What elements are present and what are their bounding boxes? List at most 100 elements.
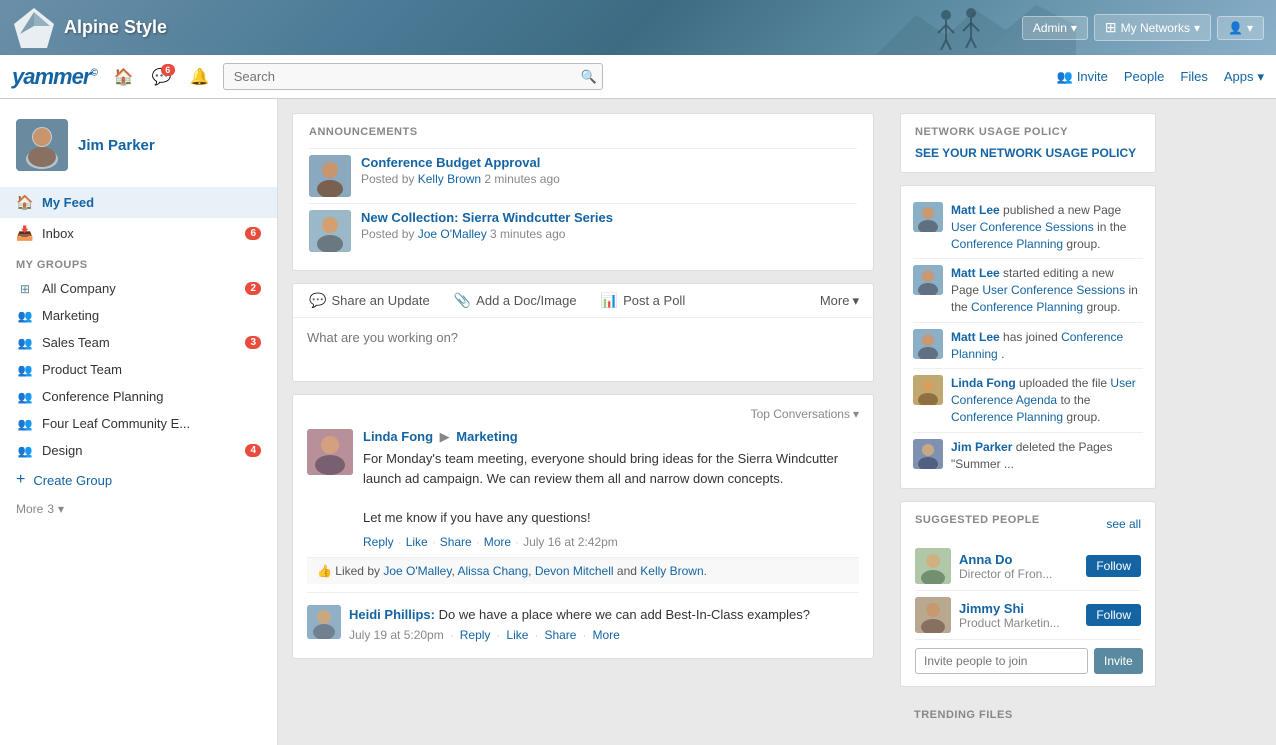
feed-poster-avatar bbox=[307, 429, 353, 475]
yammer-logo: yammer© bbox=[12, 64, 97, 90]
sidebar-item-all-company[interactable]: ⊞ All Company 2 bbox=[0, 275, 277, 302]
announcement-author-2[interactable]: Joe O'Malley bbox=[418, 227, 487, 241]
activity-group-link-2[interactable]: Conference Planning bbox=[971, 300, 1083, 314]
main-layout: Jim Parker 🏠 My Feed 📥 Inbox 6 MY GROUPS… bbox=[0, 99, 1276, 745]
chat-bubble-icon: 💬 bbox=[309, 292, 326, 309]
activity-avatar-3 bbox=[913, 329, 943, 359]
trending-files-title: TRENDING FILES bbox=[914, 709, 1142, 721]
activity-group-link-4[interactable]: Conference Planning bbox=[951, 410, 1063, 424]
invite-link[interactable]: 👥 Invite bbox=[1057, 69, 1108, 85]
sidebar-username[interactable]: Jim Parker bbox=[78, 137, 155, 154]
sidebar-item-four-leaf[interactable]: 👥 Four Leaf Community E... bbox=[0, 410, 277, 437]
activity-person-4[interactable]: Linda Fong bbox=[951, 376, 1016, 390]
person-title-jimmy: Product Marketin... bbox=[959, 616, 1078, 630]
files-link[interactable]: Files bbox=[1180, 69, 1207, 84]
post-actions-bar: 💬 Share an Update 📎 Add a Doc/Image 📊 Po… bbox=[293, 284, 873, 318]
reply-like-link[interactable]: Like bbox=[506, 628, 528, 642]
people-link[interactable]: People bbox=[1124, 69, 1164, 84]
activity-group-link-1[interactable]: Conference Planning bbox=[951, 237, 1063, 251]
liked-by-name-3[interactable]: Devon Mitchell bbox=[535, 564, 614, 578]
activity-item-1: Matt Lee published a new Page User Confe… bbox=[913, 196, 1143, 259]
announcement-title-1[interactable]: Conference Budget Approval bbox=[361, 155, 857, 170]
add-doc-button[interactable]: 📎 Add a Doc/Image bbox=[442, 284, 589, 317]
admin-button[interactable]: Admin ▾ bbox=[1022, 16, 1088, 40]
follow-jimmy-button[interactable]: Follow bbox=[1086, 604, 1141, 626]
right-panel: NETWORK USAGE POLICY SEE YOUR NETWORK US… bbox=[888, 99, 1168, 745]
feed-actions: Reply · Like · Share · More · July 16 at… bbox=[363, 535, 859, 549]
suggested-people-title: SUGGESTED PEOPLE bbox=[915, 514, 1040, 526]
activity-avatar-5 bbox=[913, 439, 943, 469]
reply-more-link[interactable]: More bbox=[592, 628, 619, 642]
banner-logo[interactable]: Alpine Style bbox=[12, 6, 167, 50]
post-textarea[interactable] bbox=[293, 318, 873, 378]
search-icon[interactable]: 🔍 bbox=[581, 69, 597, 85]
person-name-jimmy[interactable]: Jimmy Shi bbox=[959, 601, 1078, 616]
user-menu-button[interactable]: 👤 ▾ bbox=[1217, 16, 1264, 40]
activity-item-4: Linda Fong uploaded the file User Confer… bbox=[913, 369, 1143, 432]
search-input[interactable] bbox=[223, 63, 603, 90]
home-nav-button[interactable]: 🏠 bbox=[109, 62, 139, 92]
liked-by-name-2[interactable]: Alissa Chang bbox=[457, 564, 528, 578]
sidebar-item-sales-team[interactable]: 👥 Sales Team 3 bbox=[0, 329, 277, 356]
create-group-button[interactable]: + Create Group bbox=[0, 464, 277, 496]
share-link[interactable]: Share bbox=[440, 535, 472, 549]
invite-people-input[interactable] bbox=[915, 648, 1088, 674]
see-all-link[interactable]: see all bbox=[1106, 517, 1141, 531]
follow-anna-button[interactable]: Follow bbox=[1086, 555, 1141, 577]
person-avatar-anna bbox=[915, 548, 951, 584]
apps-link[interactable]: Apps ▾ bbox=[1224, 69, 1264, 85]
sidebar-item-design[interactable]: 👥 Design 4 bbox=[0, 437, 277, 464]
activity-item-3: Matt Lee has joined Conference Planning … bbox=[913, 323, 1143, 370]
like-link[interactable]: Like bbox=[406, 535, 428, 549]
activity-person-2[interactable]: Matt Lee bbox=[951, 266, 1000, 280]
post-poll-button[interactable]: 📊 Post a Poll bbox=[589, 284, 698, 317]
reply-text: Heidi Phillips: Do we have a place where… bbox=[349, 605, 859, 625]
liked-by-section: 👍 Liked by Joe O'Malley, Alissa Chang, D… bbox=[307, 557, 859, 584]
post-more-button[interactable]: More ▾ bbox=[810, 285, 869, 317]
activity-person-5[interactable]: Jim Parker bbox=[951, 440, 1012, 454]
chevron-down-icon: ▾ bbox=[852, 293, 859, 309]
notifications-nav-button[interactable]: 🔔 bbox=[185, 62, 215, 92]
sidebar-item-inbox[interactable]: 📥 Inbox 6 bbox=[0, 218, 277, 249]
feed-post-content: Linda Fong ▶ Marketing For Monday's team… bbox=[363, 429, 859, 549]
activity-item-5: Jim Parker deleted the Pages "Summer ... bbox=[913, 433, 1143, 479]
reply-reply-link[interactable]: Reply bbox=[460, 628, 491, 642]
liked-by-name-4[interactable]: Kelly Brown bbox=[640, 564, 703, 578]
sidebar-item-conference-planning[interactable]: 👥 Conference Planning bbox=[0, 383, 277, 410]
activity-person-1[interactable]: Matt Lee bbox=[951, 203, 1000, 217]
activity-text-2: Matt Lee started editing a new Page User… bbox=[951, 265, 1143, 315]
share-update-button[interactable]: 💬 Share an Update bbox=[297, 284, 442, 317]
announcement-content-2: New Collection: Sierra Windcutter Series… bbox=[361, 210, 857, 241]
reply-link[interactable]: Reply bbox=[363, 535, 394, 549]
my-networks-button[interactable]: ⊞ My Networks ▾ bbox=[1094, 14, 1211, 41]
announcement-author-1[interactable]: Kelly Brown bbox=[418, 172, 481, 186]
activity-text-5: Jim Parker deleted the Pages "Summer ... bbox=[951, 439, 1143, 473]
messages-nav-button[interactable]: 💬 6 bbox=[147, 62, 177, 92]
person-name-anna[interactable]: Anna Do bbox=[959, 552, 1078, 567]
all-company-badge: 2 bbox=[245, 282, 261, 295]
reply-share-link[interactable]: Share bbox=[544, 628, 576, 642]
sidebar-item-marketing[interactable]: 👥 Marketing bbox=[0, 302, 277, 329]
activity-page-link-1[interactable]: User Conference Sessions bbox=[951, 220, 1094, 234]
activity-person-3[interactable]: Matt Lee bbox=[951, 330, 1000, 344]
feed-group-name[interactable]: Marketing bbox=[456, 429, 517, 444]
liked-by-name-1[interactable]: Joe O'Malley bbox=[383, 564, 451, 578]
sidebar-more-button[interactable]: More 3 ▾ bbox=[0, 496, 277, 522]
user-icon: 👤 bbox=[1228, 21, 1243, 35]
sidebar-item-my-feed[interactable]: 🏠 My Feed bbox=[0, 187, 277, 218]
feed-poster-line: Linda Fong ▶ Marketing bbox=[363, 429, 859, 445]
network-policy-link[interactable]: SEE YOUR NETWORK USAGE POLICY bbox=[915, 146, 1141, 160]
reply-author-name[interactable]: Heidi Phillips: bbox=[349, 607, 435, 622]
top-conversations-button[interactable]: Top Conversations ▾ bbox=[751, 407, 859, 421]
sidebar-user: Jim Parker bbox=[0, 111, 277, 187]
poll-icon: 📊 bbox=[601, 292, 618, 309]
person-avatar-jimmy bbox=[915, 597, 951, 633]
sidebar-item-product-team[interactable]: 👥 Product Team bbox=[0, 356, 277, 383]
activity-page-link-2[interactable]: User Conference Sessions bbox=[982, 283, 1125, 297]
announcement-title-2[interactable]: New Collection: Sierra Windcutter Series bbox=[361, 210, 857, 225]
announcement-avatar-2 bbox=[309, 210, 351, 252]
invite-button[interactable]: Invite bbox=[1094, 648, 1143, 674]
announcement-content-1: Conference Budget Approval Posted by Kel… bbox=[361, 155, 857, 186]
more-link[interactable]: More bbox=[484, 535, 511, 549]
feed-poster-name[interactable]: Linda Fong bbox=[363, 429, 433, 444]
